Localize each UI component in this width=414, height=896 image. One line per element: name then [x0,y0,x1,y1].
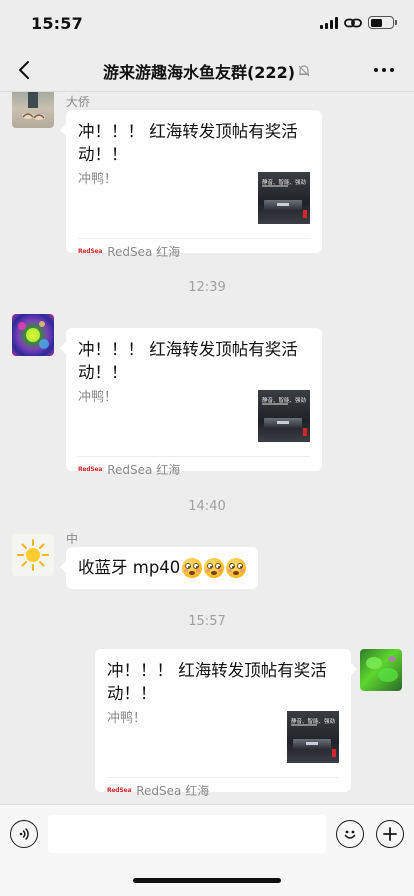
home-indicator[interactable] [133,878,281,883]
nav-bar: 游来游趣海水鱼友群(222) [0,48,414,92]
flushed-face-emoji [182,558,203,578]
voice-icon [19,828,29,840]
chat-area[interactable]: 大侨 冲！！！ 红海转发顶帖有奖活动！！ 冲鸭！ 静音、智能、强劲 RedSea… [0,92,414,804]
more-dots-icon [374,68,394,72]
status-icons [320,16,397,29]
sender-name: 大侨 [66,95,91,109]
emoji-button[interactable] [336,820,364,848]
coral-avatar-icon [18,321,49,349]
plant-avatar-icon [366,656,398,682]
emoji-icon [344,830,356,839]
redsea-logo-icon: RedSea [107,786,132,794]
link-card-message[interactable]: 冲！！！ 红海转发顶帖有奖活动！！ 冲鸭！ 静音、智能、强劲 RedSea Re… [60,328,322,477]
card-title: 冲！！！ 红海转发顶帖有奖活动！！ [78,122,298,164]
more-button[interactable] [370,56,398,84]
timestamp: 12:39 [188,280,226,295]
message-input[interactable] [48,815,326,853]
link-card-message[interactable]: 冲！！！ 红海转发顶帖有奖活动！！ 冲鸭！ 静音、智能、强劲 RedSea Re… [60,110,322,259]
signal-icon [320,16,338,29]
text-message[interactable]: 收蓝牙 mp40 [59,547,259,589]
card-title: 冲！！！ 红海转发顶帖有奖活动！！ [78,340,298,382]
timestamp: 15:57 [188,614,226,629]
card-source: RedSea RedSea 红海 [107,783,210,798]
status-bar: 15:57 [0,0,414,48]
battery-icon [368,16,397,29]
flushed-face-emoji [204,558,225,578]
card-thumbnail: 静音、智能、强劲 [258,390,310,442]
redsea-logo-icon: RedSea [78,465,103,473]
avatar[interactable] [360,649,402,691]
card-title: 冲！！！ 红海转发顶帖有奖活动！！ [107,661,327,703]
card-source: RedSea RedSea 红海 [78,462,181,477]
timestamp: 14:40 [188,499,226,514]
avatar[interactable] [12,314,54,356]
mute-bell-icon [298,65,310,77]
avatar[interactable] [12,92,54,128]
sun-avatar-icon [17,539,49,571]
flushed-face-emoji [226,558,247,578]
message-text: 收蓝牙 mp40 [78,558,181,577]
link-icon [344,18,362,27]
avatar-photo-icon [22,92,45,120]
plus-button[interactable] [376,820,404,848]
sender-name: 中 [66,532,79,546]
redsea-logo-icon: RedSea [78,247,103,255]
voice-input-button[interactable] [10,820,38,848]
link-card-message[interactable]: 冲！！！ 红海转发顶帖有奖活动！！ 冲鸭！ 静音、智能、强劲 RedSea Re… [95,649,357,798]
chat-title: 游来游趣海水鱼友群(222) [102,63,296,82]
card-thumbnail: 静音、智能、强劲 [287,711,339,763]
card-thumbnail: 静音、智能、强劲 [258,172,310,224]
chat-title-container[interactable]: 游来游趣海水鱼友群(222) [0,59,414,83]
card-source: RedSea RedSea 红海 [78,244,181,259]
status-time: 15:57 [31,14,83,33]
plus-icon [383,827,397,841]
avatar[interactable] [12,534,54,576]
